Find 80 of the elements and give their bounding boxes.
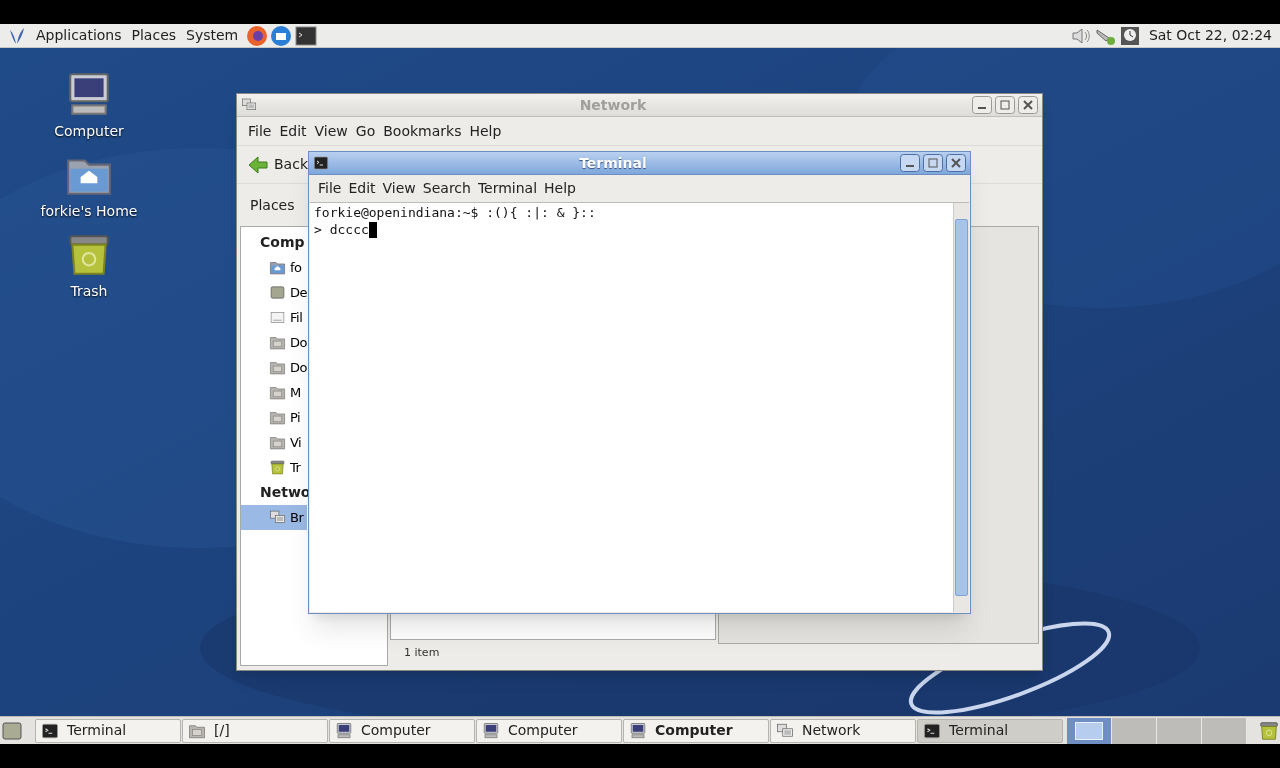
browser-icon[interactable] [246, 24, 269, 47]
sidebar-item[interactable]: Do [241, 330, 307, 355]
menu-item[interactable]: Bookmarks [381, 120, 464, 142]
sidebar-item[interactable]: fo [241, 255, 307, 280]
menu-item[interactable]: Help [467, 120, 504, 142]
sidebar-heading: Comp [259, 233, 306, 252]
sidebar-item[interactable]: Vi [241, 430, 307, 455]
window-title: Network [578, 95, 648, 115]
sidebar-heading: Netwo [259, 483, 312, 502]
clock-text[interactable]: Sat Oct 22, 02:24 [1148, 25, 1272, 46]
network-icon [776, 721, 794, 740]
folder-icon [269, 334, 286, 351]
network-icon [269, 509, 286, 526]
computer-icon [482, 721, 500, 740]
window-title: Terminal [578, 153, 648, 173]
mail-icon[interactable] [270, 24, 293, 47]
task-button[interactable]: Terminal [917, 718, 1063, 743]
sidebar-item[interactable]: Fil [241, 305, 307, 330]
clock-icon[interactable] [1119, 25, 1140, 46]
speaker-icon[interactable] [1070, 26, 1091, 45]
task-button[interactable]: Terminal [35, 718, 181, 743]
terminal-icon[interactable] [295, 25, 318, 46]
sidebar-item[interactable]: Pi [241, 405, 307, 430]
trash-icon [1258, 719, 1280, 742]
computer-icon [335, 721, 353, 740]
folder-icon [269, 409, 286, 426]
menu-item[interactable]: File [246, 120, 274, 142]
desktop-icon-label[interactable]: forkie's Home [40, 201, 138, 222]
panel-menu[interactable]: Places [126, 25, 182, 46]
menu-item[interactable]: Go [353, 120, 378, 142]
maximize-button[interactable] [923, 154, 943, 172]
menu-item[interactable]: Edit [346, 178, 378, 199]
trash-icon [269, 459, 286, 476]
minimize-button[interactable] [972, 96, 992, 114]
menu-item[interactable]: Terminal [475, 178, 540, 199]
terminal-icon [923, 721, 941, 740]
menu-item[interactable]: View [380, 178, 418, 199]
menu-item[interactable]: Search [420, 178, 473, 199]
computer-icon [629, 721, 647, 740]
menu-item[interactable]: View [312, 120, 350, 142]
sidebar-item[interactable]: M [241, 380, 307, 405]
workspace-button[interactable] [1067, 717, 1112, 744]
status-text: 1 item [404, 644, 440, 661]
home-folder-icon [269, 259, 286, 276]
show-desktop-icon[interactable] [1, 720, 23, 741]
scrollbar[interactable] [953, 203, 969, 612]
sidebar-item[interactable]: De [241, 280, 307, 305]
terminal-line: forkie@openindiana:~$ :(){ :|: & }:: [314, 204, 596, 221]
desktop-icon-label[interactable]: Trash [70, 281, 108, 302]
terminal-icon [313, 155, 329, 171]
task-button[interactable]: [/] [182, 718, 328, 743]
task-button[interactable]: Computer [329, 718, 475, 743]
sidebar-item[interactable]: Do [241, 355, 307, 380]
scroll-thumb[interactable] [955, 219, 968, 596]
network-icon [241, 97, 257, 113]
panel-menu[interactable]: Applications [31, 25, 127, 46]
minimize-button[interactable] [900, 154, 920, 172]
display-icon [269, 284, 286, 301]
menu-item[interactable]: Edit [277, 120, 309, 142]
terminal-line: > dcccc [314, 221, 369, 238]
sidebar-item[interactable]: Br [241, 505, 307, 530]
folder-icon [269, 434, 286, 451]
text-cursor [368, 221, 377, 238]
desktop-icon-label[interactable]: Computer [54, 121, 124, 142]
folder-icon [269, 359, 286, 376]
menu-item[interactable]: Help [542, 178, 578, 199]
folder-icon [269, 384, 286, 401]
sidebar-label[interactable]: Places [250, 194, 295, 216]
back-button[interactable]: Back [248, 154, 308, 175]
terminal-icon [41, 721, 59, 740]
back-arrow-icon [248, 155, 268, 174]
drive-icon [269, 309, 286, 326]
close-button[interactable] [1018, 96, 1038, 114]
close-button[interactable] [946, 154, 966, 172]
panel-menu[interactable]: System [181, 25, 244, 46]
menu-item[interactable]: File [316, 178, 344, 199]
task-button[interactable]: Computer [476, 718, 622, 743]
task-button[interactable]: Computer [623, 718, 769, 743]
task-button[interactable]: Network [770, 718, 916, 743]
sidebar-item[interactable]: Tr [241, 455, 307, 480]
